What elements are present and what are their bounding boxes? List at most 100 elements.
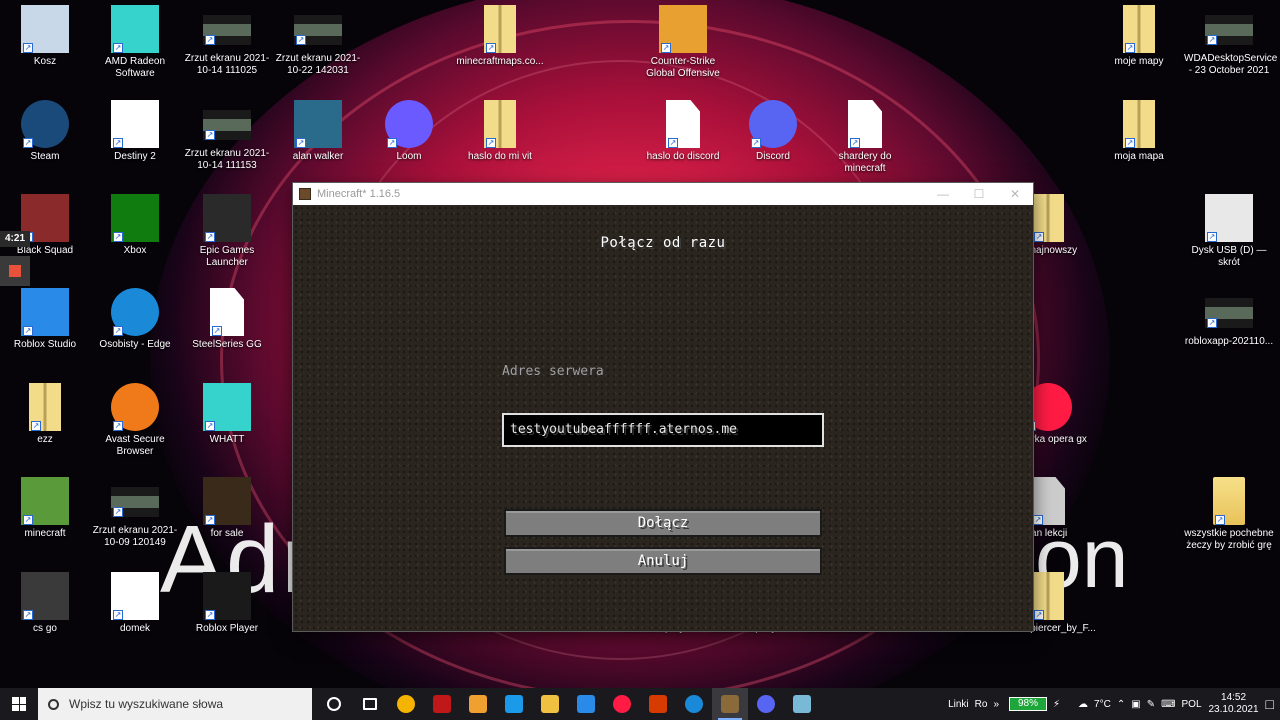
minecraft-titlebar[interactable]: Minecraft* 1.16.5 — ☐ ✕ xyxy=(293,183,1033,205)
desktop-icon[interactable]: ↗ haslo do mi vit xyxy=(455,100,545,163)
desktop-icon[interactable]: ↗ Kosz xyxy=(0,5,90,68)
shortcut-arrow-icon: ↗ xyxy=(23,138,33,148)
taskbar-search-box[interactable]: Wpisz tu wyszukiwane słowa xyxy=(38,688,312,720)
mail-icon xyxy=(577,695,595,713)
desktop-icon[interactable]: ↗ WDADesktopService - 23 October 2021 xyxy=(1184,5,1277,77)
power-plug-icon: ⚡ xyxy=(1053,698,1061,710)
file-explorer-icon xyxy=(541,695,559,713)
keyboard-icon[interactable]: ⌨ xyxy=(1161,699,1175,710)
desktop-icon[interactable]: ↗ Dysk USB (D) — skrót xyxy=(1184,194,1274,269)
desktop-icon[interactable]: ↗ ezz xyxy=(0,383,90,446)
links-toolbar[interactable]: Linki xyxy=(948,699,969,710)
stop-recording-button[interactable] xyxy=(0,256,30,286)
desktop-icon[interactable]: ↗ alan walker xyxy=(273,100,363,163)
desktop-icon[interactable]: ↗ SteelSeries GG xyxy=(182,288,272,351)
desktop-icon[interactable]: ↗ cs go xyxy=(0,572,90,635)
desktop-icon[interactable]: ↗ AMD Radeon Software xyxy=(90,5,180,80)
taskbar-app-discord[interactable] xyxy=(748,688,784,720)
shortcut-arrow-icon: ↗ xyxy=(113,326,123,336)
toolbar-chevron-icon[interactable]: » xyxy=(993,699,999,710)
join-server-button[interactable]: Dołącz xyxy=(504,509,822,537)
desktop-icon[interactable]: ↗ shardery do minecraft xyxy=(820,100,910,175)
taskbar-app-cortana[interactable] xyxy=(316,688,352,720)
desktop-icon[interactable]: ↗ Roblox Player xyxy=(182,572,272,635)
taskbar-app-store[interactable] xyxy=(460,688,496,720)
taskbar-app-file-explorer[interactable] xyxy=(532,688,568,720)
taskbar-app-opera[interactable] xyxy=(604,688,640,720)
taskbar-app-chrome[interactable] xyxy=(388,688,424,720)
desktop-icon[interactable]: ↗ Avast Secure Browser xyxy=(90,383,180,458)
desktop-icon[interactable]: ↗ Osobisty - Edge xyxy=(90,288,180,351)
desktop-icon[interactable]: ↗Black Squad xyxy=(0,194,90,257)
shortcut-arrow-icon: ↗ xyxy=(668,138,678,148)
notifications-icon[interactable]: □ xyxy=(1266,696,1274,712)
tray-expand-icon[interactable]: ⌃ xyxy=(1117,699,1125,710)
shortcut-arrow-icon: ↗ xyxy=(751,138,761,148)
zip-folder-icon: ↗ xyxy=(1123,5,1155,53)
weather-cloud-icon[interactable]: ☁ xyxy=(1078,699,1088,710)
desktop-icon-label: Roblox Studio xyxy=(13,339,77,350)
desktop-icon[interactable]: ↗ Discord xyxy=(728,100,818,163)
desktop-icon[interactable]: ↗ domek xyxy=(90,572,180,635)
shortcut-arrow-icon: ↗ xyxy=(296,138,306,148)
pen-icon[interactable]: ✎ xyxy=(1147,699,1155,710)
desktop-icon[interactable]: ↗ minecraftmaps.co... xyxy=(455,5,545,68)
taskbar-app-minecraft[interactable] xyxy=(784,688,820,720)
desktop-icon[interactable]: ↗ Destiny 2 xyxy=(90,100,180,163)
desktop-icon-label: haslo do mi vit xyxy=(468,151,532,162)
desktop-icon[interactable]: ↗ haslo do discord xyxy=(638,100,728,163)
edge-icon: ↗ xyxy=(111,288,159,336)
minimize-button[interactable]: — xyxy=(925,183,961,205)
ro-toolbar[interactable]: Ro xyxy=(975,699,988,710)
desktop-icon[interactable]: ↗ moja mapa xyxy=(1094,100,1184,163)
avast-icon: ↗ xyxy=(111,383,159,431)
desktop-icon-label: robloxapp-202110... xyxy=(1184,336,1274,347)
desktop-icon-label: Steam xyxy=(30,151,60,162)
desktop-icon[interactable]: ↗ robloxapp-202110... xyxy=(1184,288,1274,348)
desktop-icon[interactable]: ↗ Counter-Strike Global Offensive xyxy=(638,5,728,80)
desktop-icon-label: ezz xyxy=(37,434,53,445)
temperature[interactable]: 7°C xyxy=(1094,699,1111,710)
taskbar-app-office[interactable] xyxy=(640,688,676,720)
taskbar-app-edge[interactable] xyxy=(676,688,712,720)
battery-indicator[interactable]: 98% xyxy=(1009,697,1048,711)
taskbar-app-task-view[interactable] xyxy=(352,688,388,720)
image-icon: ↗ xyxy=(203,383,251,431)
desktop-icon[interactable]: ↗ Steam xyxy=(0,100,90,163)
desktop-icon-label: moja mapa xyxy=(1114,151,1164,162)
shortcut-arrow-icon: ↗ xyxy=(1125,43,1135,53)
desktop-icon[interactable]: ↗ Zrzut ekranu 2021-10-14 111025 xyxy=(182,5,272,77)
desktop-icon[interactable]: ↗ Zrzut ekranu 2021-10-09 120149 xyxy=(90,477,180,549)
desktop-icon[interactable]: ↗ Roblox Studio xyxy=(0,288,90,351)
taskbar-app-l-app[interactable] xyxy=(496,688,532,720)
taskbar-app-mail[interactable] xyxy=(568,688,604,720)
cancel-button[interactable]: Anuluj xyxy=(504,547,822,575)
maximize-button[interactable]: ☐ xyxy=(961,183,997,205)
desktop-icon[interactable]: ↗ minecraft xyxy=(0,477,90,540)
close-button[interactable]: ✕ xyxy=(997,183,1033,205)
desktop-icon[interactable]: ↗ Epic Games Launcher xyxy=(182,194,272,269)
server-address-input[interactable]: testyoutubeaffffff.aternos.me xyxy=(502,413,824,447)
shortcut-arrow-icon: ↗ xyxy=(205,35,215,45)
network-icon[interactable]: ▣ xyxy=(1131,699,1140,710)
desktop-icon[interactable]: ↗ moje mapy xyxy=(1094,5,1184,68)
clock[interactable]: 14:52 23.10.2021 xyxy=(1208,692,1260,716)
folder-icon: ↗ xyxy=(1213,477,1245,525)
discord-icon xyxy=(757,695,775,713)
desktop-icon[interactable]: ↗ Zrzut ekranu 2021-10-22 142031 xyxy=(273,5,363,77)
desktop-icon[interactable]: ↗ Xbox xyxy=(90,194,180,257)
desktop-icon[interactable]: ↗ wszystkie pochebne żeczy by zrobić grę xyxy=(1184,477,1274,552)
desktop-icon[interactable]: ↗ Zrzut ekranu 2021-10-14 111153 xyxy=(182,100,272,172)
desktop-icon[interactable]: ↗ Loom xyxy=(364,100,454,163)
minecraft-direct-connect-screen: Połącz od razu Adres serwera testyoutube… xyxy=(293,205,1033,631)
language-indicator[interactable]: POL xyxy=(1182,699,1202,710)
start-button[interactable] xyxy=(0,688,38,720)
shortcut-arrow-icon: ↗ xyxy=(1034,610,1044,620)
amd-icon: ↗ xyxy=(111,5,159,53)
taskbar-app-minecraft-launcher[interactable] xyxy=(712,688,748,720)
desktop-icon[interactable]: ↗ for sale xyxy=(182,477,272,540)
desktop-icon-label: alan walker xyxy=(292,151,344,162)
desktop-icon[interactable]: ↗ WHATT xyxy=(182,383,272,446)
taskbar-app-mcafee[interactable] xyxy=(424,688,460,720)
document-icon: ↗ xyxy=(666,100,700,148)
